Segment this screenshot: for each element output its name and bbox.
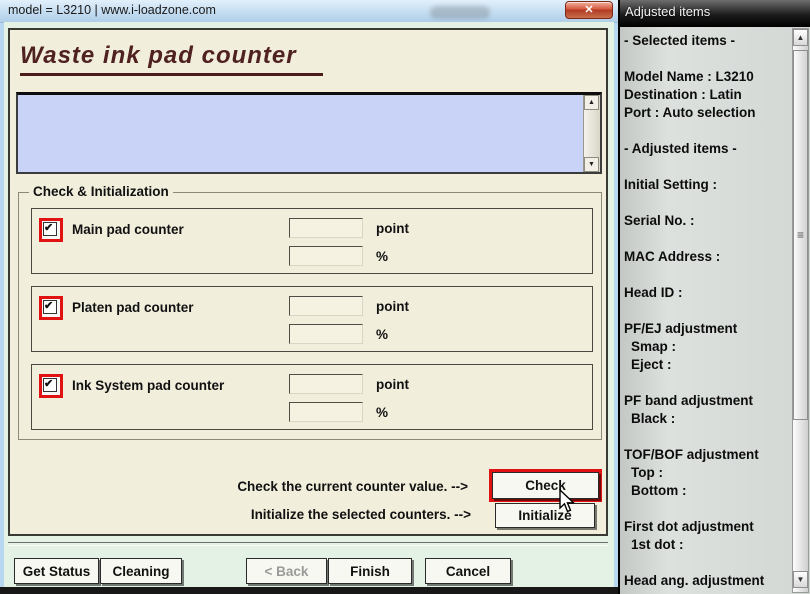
main-percent-field[interactable] xyxy=(289,246,363,266)
side-panel-gap xyxy=(624,266,789,284)
side-panel-body: - Selected items - Model Name : L3210Dest… xyxy=(618,27,810,594)
background-artifact xyxy=(430,6,490,19)
side-panel-line: Black : xyxy=(624,410,789,428)
platen-point-field[interactable] xyxy=(289,296,363,316)
ink-system-percent-field[interactable] xyxy=(289,402,363,422)
check-button[interactable]: Check xyxy=(492,472,599,499)
checkbox-highlight: ✔ xyxy=(39,296,63,320)
percent-unit-label: % xyxy=(376,249,388,264)
back-button[interactable]: < Back xyxy=(246,558,327,584)
window-bottom-edge xyxy=(0,587,618,594)
scroll-up-icon[interactable]: ▲ xyxy=(793,29,808,46)
checkbox-highlight: ✔ xyxy=(39,218,63,242)
side-panel-line: Initial Setting : xyxy=(624,176,789,194)
side-panel-line: - Selected items - xyxy=(624,32,789,50)
side-panel-gap xyxy=(624,428,789,446)
page-title: Waste ink pad counter xyxy=(20,42,323,76)
result-listbox[interactable]: ▲ ▼ xyxy=(16,92,602,174)
initialize-button[interactable]: Initialize xyxy=(495,503,595,528)
side-panel-line: Port : Auto selection xyxy=(624,104,789,122)
scroll-down-icon[interactable]: ▼ xyxy=(584,157,599,172)
counter-label: Platen pad counter xyxy=(72,300,194,315)
listbox-scrollbar[interactable]: ▲ ▼ xyxy=(583,95,600,172)
check-prompt: Check the current counter value. --> xyxy=(237,479,468,494)
counter-row-platen: ✔ Platen pad counter point % xyxy=(31,286,593,352)
side-panel-line: Smap : xyxy=(624,338,789,356)
side-panel-gap xyxy=(624,194,789,212)
percent-unit-label: % xyxy=(376,327,388,342)
side-panel-line: First dot adjustment xyxy=(624,518,789,536)
side-panel-line: PF band adjustment xyxy=(624,392,789,410)
platen-pad-checkbox[interactable]: ✔ xyxy=(43,300,57,314)
group-title: Check & Initialization xyxy=(29,184,173,199)
checkmark-icon: ✔ xyxy=(44,299,53,312)
side-panel-scrollbar[interactable]: ▲ ≡ ▼ xyxy=(792,28,809,593)
side-panel-line: Head ang. adjustment xyxy=(624,572,789,590)
side-panel-lines: - Selected items - Model Name : L3210Dest… xyxy=(624,32,789,590)
dialog-client: Waste ink pad counter ▲ ▼ Check & Initia… xyxy=(4,22,614,587)
side-panel-line: Head ID : xyxy=(624,284,789,302)
counter-label: Main pad counter xyxy=(72,222,184,237)
counter-row-main: ✔ Main pad counter point % xyxy=(31,208,593,274)
side-panel-gap xyxy=(624,50,789,68)
side-panel-line: 1st dot : xyxy=(624,536,789,554)
adjusted-items-panel: Adjusted items - Selected items - Model N… xyxy=(618,0,810,594)
get-status-button[interactable]: Get Status xyxy=(14,558,99,584)
side-panel-line: Serial No. : xyxy=(624,212,789,230)
counter-label: Ink System pad counter xyxy=(72,378,224,393)
side-panel-line: PF/EJ adjustment xyxy=(624,320,789,338)
check-button-highlight: Check xyxy=(489,469,602,502)
scrollbar-grip-icon: ≡ xyxy=(797,232,804,238)
ink-system-point-field[interactable] xyxy=(289,374,363,394)
screen: model = L3210 | www.i-loadzone.com ✕ Was… xyxy=(0,0,810,594)
scroll-up-icon[interactable]: ▲ xyxy=(584,95,599,110)
close-button[interactable]: ✕ xyxy=(565,1,613,19)
side-panel-line: Model Name : L3210 xyxy=(624,68,789,86)
counter-row-ink-system: ✔ Ink System pad counter point % xyxy=(31,364,593,430)
side-panel-title: Adjusted items xyxy=(620,0,810,24)
footer-separator xyxy=(8,542,608,546)
side-panel-line: - Adjusted items - xyxy=(624,140,789,158)
close-icon: ✕ xyxy=(584,4,593,16)
dialog-panel: Waste ink pad counter ▲ ▼ Check & Initia… xyxy=(8,28,608,536)
point-unit-label: point xyxy=(376,221,409,236)
cancel-button[interactable]: Cancel xyxy=(425,558,511,584)
side-panel-gap xyxy=(624,554,789,572)
main-point-field[interactable] xyxy=(289,218,363,238)
side-panel-gap xyxy=(624,302,789,320)
side-panel-line: MAC Address : xyxy=(624,248,789,266)
side-panel-line: Eject : xyxy=(624,356,789,374)
side-panel-line: Top : xyxy=(624,464,789,482)
window-title: model = L3210 | www.i-loadzone.com xyxy=(8,0,216,21)
check-init-group: Check & Initialization ✔ Main pad counte… xyxy=(18,192,602,440)
initialize-prompt: Initialize the selected counters. --> xyxy=(251,507,471,522)
side-panel-gap xyxy=(624,374,789,392)
side-panel-line: Destination : Latin xyxy=(624,86,789,104)
point-unit-label: point xyxy=(376,377,409,392)
ink-system-pad-checkbox[interactable]: ✔ xyxy=(43,378,57,392)
checkmark-icon: ✔ xyxy=(44,377,53,390)
checkbox-highlight: ✔ xyxy=(39,374,63,398)
side-panel-gap xyxy=(624,158,789,176)
percent-unit-label: % xyxy=(376,405,388,420)
side-panel-line: TOF/BOF adjustment xyxy=(624,446,789,464)
cleaning-button[interactable]: Cleaning xyxy=(100,558,182,584)
side-panel-gap xyxy=(624,500,789,518)
platen-percent-field[interactable] xyxy=(289,324,363,344)
main-pad-checkbox[interactable]: ✔ xyxy=(43,222,57,236)
point-unit-label: point xyxy=(376,299,409,314)
side-panel-gap xyxy=(624,122,789,140)
main-window: model = L3210 | www.i-loadzone.com ✕ Was… xyxy=(0,0,618,594)
side-panel-header: Adjusted items xyxy=(618,0,810,27)
finish-button[interactable]: Finish xyxy=(328,558,412,584)
titlebar[interactable]: model = L3210 | www.i-loadzone.com ✕ xyxy=(0,0,618,23)
scroll-down-icon[interactable]: ▼ xyxy=(793,571,808,588)
side-panel-gap xyxy=(624,230,789,248)
checkmark-icon: ✔ xyxy=(44,221,53,234)
side-panel-line: Bottom : xyxy=(624,482,789,500)
scrollbar-thumb[interactable]: ≡ xyxy=(793,50,808,420)
